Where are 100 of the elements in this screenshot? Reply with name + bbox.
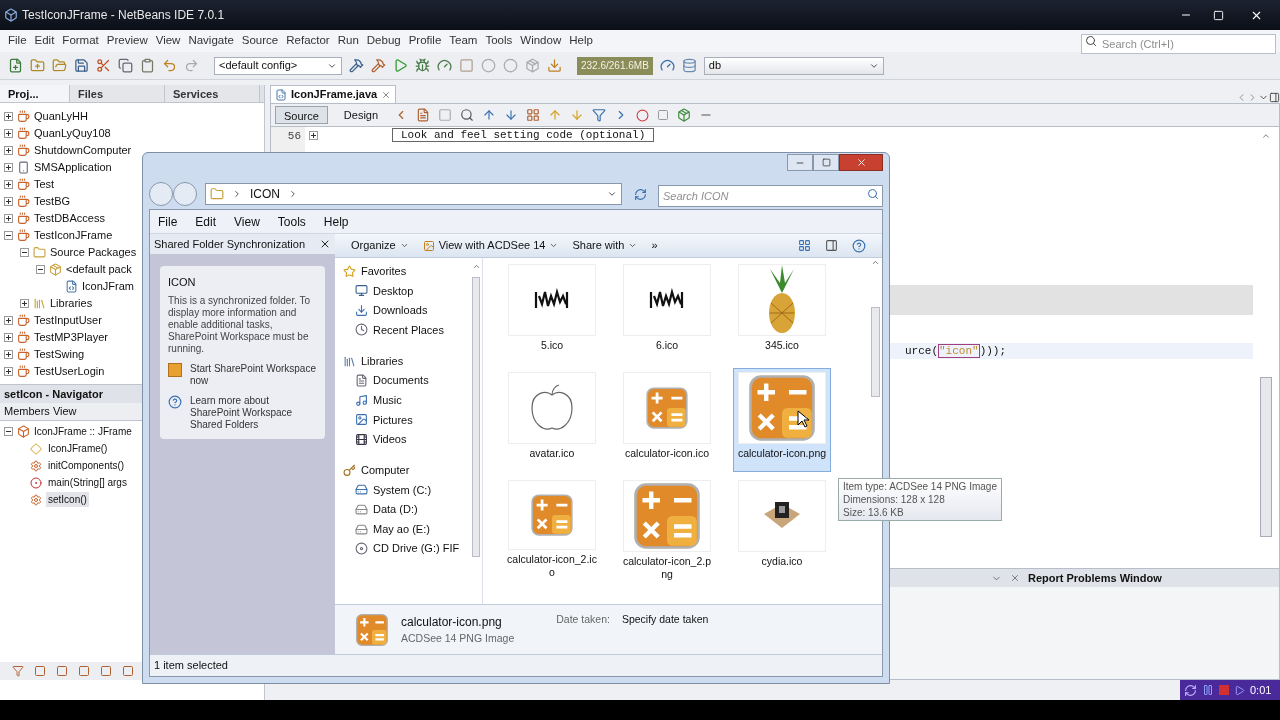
close-icon[interactable] [319, 238, 331, 250]
expand-icon[interactable] [4, 180, 13, 189]
square-icon[interactable] [100, 665, 112, 677]
back-button[interactable] [149, 182, 173, 206]
square-icon[interactable] [34, 665, 46, 677]
forward-button[interactable] [173, 182, 197, 206]
scrollbar-thumb[interactable] [472, 277, 480, 557]
command-button[interactable]: » [651, 237, 658, 254]
nav-item[interactable]: May ao (E:) [373, 520, 430, 538]
editor-tab[interactable]: IconJFrame.java [270, 85, 397, 103]
database-icon[interactable] [681, 58, 697, 73]
nav-item[interactable]: Data (D:) [373, 501, 418, 518]
menu-item[interactable]: Preview [102, 32, 152, 50]
tree-item[interactable]: main(String[] args [46, 475, 129, 490]
open-folder-icon[interactable] [52, 58, 67, 73]
filter-icon[interactable] [12, 665, 24, 677]
menu-item[interactable]: Source [237, 32, 283, 50]
menu-item[interactable]: Team [445, 32, 482, 50]
maximize-icon[interactable] [1269, 92, 1280, 103]
expand-icon[interactable] [20, 299, 29, 308]
expand-icon[interactable] [4, 333, 13, 342]
menu-item[interactable]: Edit [191, 212, 221, 231]
download-icon[interactable] [547, 58, 562, 73]
tree-item[interactable]: SMSApplication [34, 159, 112, 176]
undo-icon[interactable] [162, 58, 177, 73]
panel-tab[interactable]: Proj... [0, 85, 70, 102]
gauge-icon[interactable] [437, 58, 452, 73]
file-icon[interactable] [416, 108, 431, 122]
tree-item[interactable]: TestInputUser [34, 312, 102, 329]
tree-item[interactable]: TestBG [34, 193, 71, 210]
task-link[interactable]: Learn more about SharePoint Workspace Shared Folders [190, 394, 317, 431]
nav-item[interactable]: Music [373, 391, 402, 409]
nav-item[interactable]: Computer [361, 462, 410, 479]
square-icon[interactable] [56, 665, 68, 677]
menu-item[interactable]: Debug [362, 32, 405, 50]
tree-item[interactable]: ShutdownComputer [34, 142, 132, 159]
pause-icon[interactable] [1202, 684, 1214, 696]
tree-item[interactable]: initComponents() [46, 458, 127, 473]
tree-item[interactable]: Libraries [50, 295, 93, 312]
nav-item[interactable]: Desktop [373, 282, 414, 300]
expand-icon[interactable] [4, 367, 13, 376]
nav-item[interactable]: Pictures [373, 411, 413, 428]
expand-icon[interactable] [4, 316, 13, 325]
collapse-icon[interactable] [36, 265, 45, 274]
tree-item[interactable]: Test [34, 176, 55, 193]
nav-item[interactable]: Downloads [373, 302, 428, 319]
search-field[interactable]: Search ICON [658, 185, 883, 207]
search-icon[interactable] [460, 108, 475, 122]
view-icon[interactable] [798, 239, 811, 252]
menu-item[interactable]: View [230, 212, 264, 231]
icon-tile[interactable]: calculator-icon.png [733, 368, 831, 472]
tree-item[interactable]: TestSwing [34, 346, 85, 363]
menu-item[interactable]: File [154, 212, 182, 231]
play-icon[interactable] [1234, 684, 1245, 696]
menu-item[interactable]: Tools [481, 32, 517, 50]
tree-item[interactable]: IconJFrame :: JFrame [34, 424, 132, 439]
menu-item[interactable]: File [4, 32, 31, 50]
collapse-icon[interactable] [20, 248, 29, 257]
cut-icon[interactable] [96, 58, 111, 73]
menu-item[interactable]: Refactor [282, 32, 334, 50]
icon-tile[interactable]: calculator-icon_2.ico [503, 476, 601, 580]
copy-icon[interactable] [118, 58, 133, 73]
play-icon[interactable] [393, 58, 408, 73]
save-icon[interactable] [74, 58, 89, 73]
icon-tile[interactable]: calculator-icon_2.png [618, 476, 716, 580]
square-icon[interactable] [122, 665, 134, 677]
icon-tile[interactable]: cydia.ico [733, 476, 831, 580]
command-button[interactable]: Share with [572, 237, 638, 254]
package-icon[interactable] [677, 108, 692, 122]
tree-item[interactable]: TestIconJFrame [34, 227, 113, 244]
tree-item[interactable]: QuanLyQuy108 [34, 125, 111, 142]
preview-pane-icon[interactable] [825, 239, 838, 252]
view-tab[interactable]: Design [335, 106, 387, 124]
panel-tab[interactable]: Files [70, 85, 165, 102]
expand-icon[interactable] [4, 214, 13, 223]
hammer-icon[interactable] [349, 58, 364, 73]
profile-dropdown[interactable]: db [703, 56, 884, 75]
panel-tab[interactable]: Services [165, 85, 260, 102]
collapse-icon[interactable] [4, 427, 13, 436]
nav-item[interactable]: Videos [373, 431, 407, 448]
scroll-up-icon[interactable] [1261, 131, 1271, 141]
grid-icon[interactable] [526, 108, 541, 122]
command-button[interactable]: Organize [351, 237, 409, 254]
folded-code[interactable]: Look and feel setting code (optional) [392, 128, 655, 142]
tree-item[interactable]: IconJFrame() [46, 441, 110, 456]
menu-item[interactable]: Navigate [184, 32, 238, 50]
tree-item[interactable]: QuanLyHH [34, 108, 88, 125]
new-project-icon[interactable] [30, 58, 45, 73]
menu-item[interactable]: Window [516, 32, 566, 50]
nav-item[interactable]: Recent Places [373, 321, 444, 339]
scrollbar-thumb[interactable] [1260, 377, 1272, 537]
nav-item[interactable]: CD Drive (G:) FIF [373, 540, 460, 557]
nav-item[interactable]: System (C:) [373, 481, 432, 499]
collapse-icon[interactable] [4, 231, 13, 240]
menu-item[interactable]: Tools [273, 212, 310, 231]
bug-icon[interactable] [415, 58, 430, 73]
nav-item[interactable]: Favorites [361, 263, 407, 280]
menu-item[interactable]: Run [333, 32, 363, 50]
expand-icon[interactable] [4, 129, 13, 138]
tree-item[interactable]: IconJFram [82, 278, 134, 295]
